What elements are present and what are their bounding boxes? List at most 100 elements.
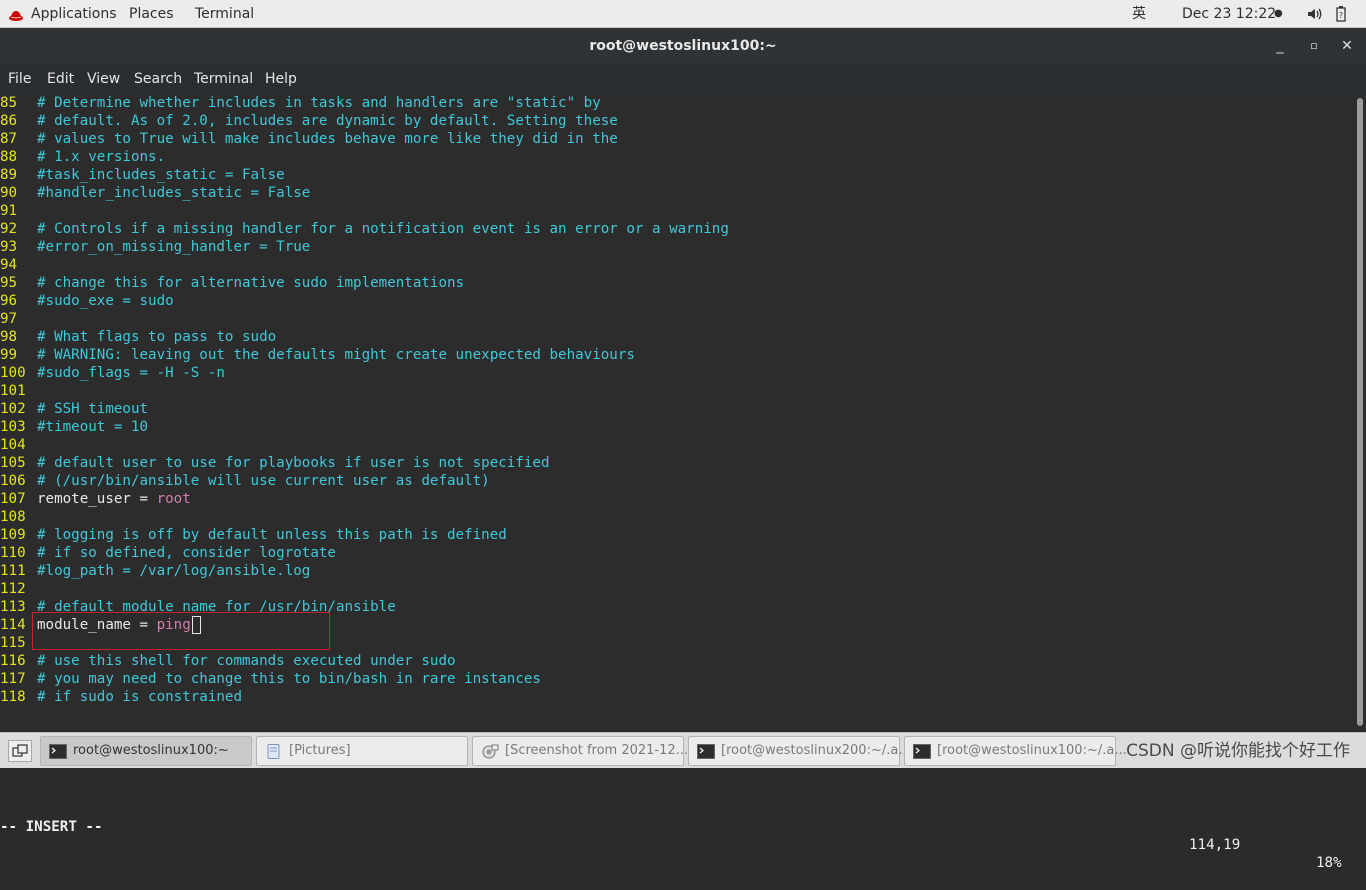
editor-line: 93 #error_on_missing_handler = True	[0, 238, 310, 256]
show-desktop-icon[interactable]	[8, 740, 32, 762]
line-number: 110	[0, 545, 26, 561]
maximize-button[interactable]: ▫	[1304, 36, 1324, 56]
places-menu[interactable]: Places	[129, 0, 174, 28]
editor-line: 95 # change this for alternative sudo imp…	[0, 274, 464, 292]
comment-text: # change this for alternative sudo imple…	[37, 275, 465, 291]
editor-line: 86 # default. As of 2.0, includes are dyn…	[0, 112, 618, 130]
editor-line: 103 #timeout = 10	[0, 418, 148, 436]
editor-line: 109 # logging is off by default unless th…	[0, 526, 507, 544]
editor-line: 105 # default user to use for playbooks i…	[0, 454, 550, 472]
editor-line: 91	[0, 202, 37, 220]
taskbar-item[interactable]: [Pictures]	[256, 736, 468, 766]
line-number: 96	[0, 293, 18, 309]
editor-line: 96 #sudo_exe = sudo	[0, 292, 174, 310]
editor-line: 112	[0, 580, 37, 598]
editor-line: 89 #task_includes_static = False	[0, 166, 285, 184]
line-number: 100	[0, 365, 26, 381]
terminal-content[interactable]: 85 # Determine whether includes in tasks …	[0, 94, 1354, 871]
comment-text: # Determine whether includes in tasks an…	[37, 95, 601, 111]
comment-text: # if so defined, consider logrotate	[37, 545, 336, 561]
line-number: 95	[0, 275, 18, 291]
comment-text: #timeout = 10	[37, 419, 149, 435]
scroll-percent: 18%	[1316, 855, 1342, 871]
line-number: 101	[0, 383, 26, 399]
taskbar-item[interactable]: [root@westoslinux200:~/.a...	[688, 736, 911, 766]
comment-text: # if sudo is constrained	[37, 689, 242, 705]
minimize-button[interactable]: _	[1270, 36, 1290, 56]
editor-line: 100 #sudo_flags = -H -S -n	[0, 364, 225, 382]
comment-text: # What flags to pass to sudo	[37, 329, 277, 345]
image-viewer-icon	[481, 744, 499, 759]
line-number: 87	[0, 131, 18, 147]
comment-text: # Controls if a missing handler for a no…	[37, 221, 729, 237]
line-number: 89	[0, 167, 18, 183]
menu-help[interactable]: Help	[265, 64, 297, 94]
line-number: 86	[0, 113, 18, 129]
comment-text: # values to True will make includes beha…	[37, 131, 618, 147]
editor-line: 99 # WARNING: leaving out the defaults mi…	[0, 346, 635, 364]
terminal-icon	[913, 744, 931, 759]
line-number: 90	[0, 185, 18, 201]
window-titlebar[interactable]: root@westoslinux100:~ _ ▫ ✕	[0, 28, 1366, 64]
line-number: 118	[0, 689, 26, 705]
comment-text: # (/usr/bin/ansible will use current use…	[37, 473, 490, 489]
menu-edit[interactable]: Edit	[47, 64, 74, 94]
taskbar-item[interactable]: [root@westoslinux100:~/.a...	[904, 736, 1127, 766]
cursor-position: 114,19	[1189, 837, 1241, 853]
menu-bar: File Edit View Search Terminal Help	[0, 64, 1366, 94]
line-number: 85	[0, 95, 18, 111]
editor-line: 101	[0, 382, 37, 400]
comment-text: #handler_includes_static = False	[37, 185, 311, 201]
taskbar: root@westoslinux100:~ [Pictures] [Screensh…	[0, 732, 1366, 768]
editor-line: 104	[0, 436, 37, 454]
menu-view[interactable]: View	[87, 64, 120, 94]
line-number: 111	[0, 563, 26, 579]
menu-terminal[interactable]: Terminal	[194, 64, 253, 94]
comment-text: # you may need to change this to bin/bas…	[37, 671, 541, 687]
taskbar-item-label: [root@westoslinux200:~/.a...	[721, 743, 911, 758]
taskbar-item[interactable]: [Screenshot from 2021-12...	[472, 736, 688, 766]
redhat-logo-icon[interactable]	[8, 6, 24, 22]
menu-file[interactable]: File	[8, 64, 31, 94]
terminal-icon	[49, 744, 67, 759]
line-number: 88	[0, 149, 18, 165]
menu-search[interactable]: Search	[134, 64, 182, 94]
comment-text: #task_includes_static = False	[37, 167, 285, 183]
close-button[interactable]: ✕	[1337, 36, 1357, 56]
comment-text: # default. As of 2.0, includes are dynam…	[37, 113, 618, 129]
volume-icon[interactable]	[1306, 6, 1322, 22]
top-panel: Applications Places Terminal 英 Dec 23 12…	[0, 0, 1366, 28]
editor-line: 88 # 1.x versions.	[0, 148, 165, 166]
scrollbar[interactable]	[1354, 94, 1366, 730]
editor-line: 107 remote_user = root	[0, 490, 191, 508]
applications-menu[interactable]: Applications	[31, 0, 117, 28]
line-number: 98	[0, 329, 18, 345]
editor-line: 102 # SSH timeout	[0, 400, 148, 418]
comment-text: # logging is off by default unless this …	[37, 527, 507, 543]
line-number: 112	[0, 581, 26, 597]
editor-line: 106 # (/usr/bin/ansible will use current …	[0, 472, 490, 490]
clock[interactable]: Dec 23 12:22	[1182, 0, 1276, 28]
terminal-app-menu[interactable]: Terminal	[195, 0, 254, 28]
comment-text: #sudo_flags = -H -S -n	[37, 365, 225, 381]
taskbar-item-label: root@westoslinux100:~	[73, 743, 229, 758]
editor-line: 92 # Controls if a missing handler for a …	[0, 220, 729, 238]
folder-icon	[265, 744, 283, 759]
editor-line: 110 # if so defined, consider logrotate	[0, 544, 336, 562]
vim-mode: -- INSERT --	[0, 819, 103, 835]
value-text: root	[156, 491, 191, 507]
line-number: 116	[0, 653, 26, 669]
comment-text: #sudo_exe = sudo	[37, 293, 174, 309]
line-number: 104	[0, 437, 26, 453]
power-icon[interactable]: ?	[1336, 6, 1352, 22]
editor-line: 98 # What flags to pass to sudo	[0, 328, 276, 346]
taskbar-item-label: [Screenshot from 2021-12...	[505, 743, 689, 758]
taskbar-item[interactable]: root@westoslinux100:~	[40, 736, 252, 766]
scrollbar-thumb[interactable]	[1357, 98, 1363, 726]
input-method-indicator[interactable]: 英	[1132, 0, 1146, 28]
watermark: CSDN @听说你能找个好工作	[1126, 741, 1350, 761]
line-number: 103	[0, 419, 26, 435]
editor-line: 85 # Determine whether includes in tasks …	[0, 94, 601, 112]
notification-dot-icon: ●	[1274, 8, 1283, 19]
editor-line: 116 # use this shell for commands execute…	[0, 652, 456, 670]
